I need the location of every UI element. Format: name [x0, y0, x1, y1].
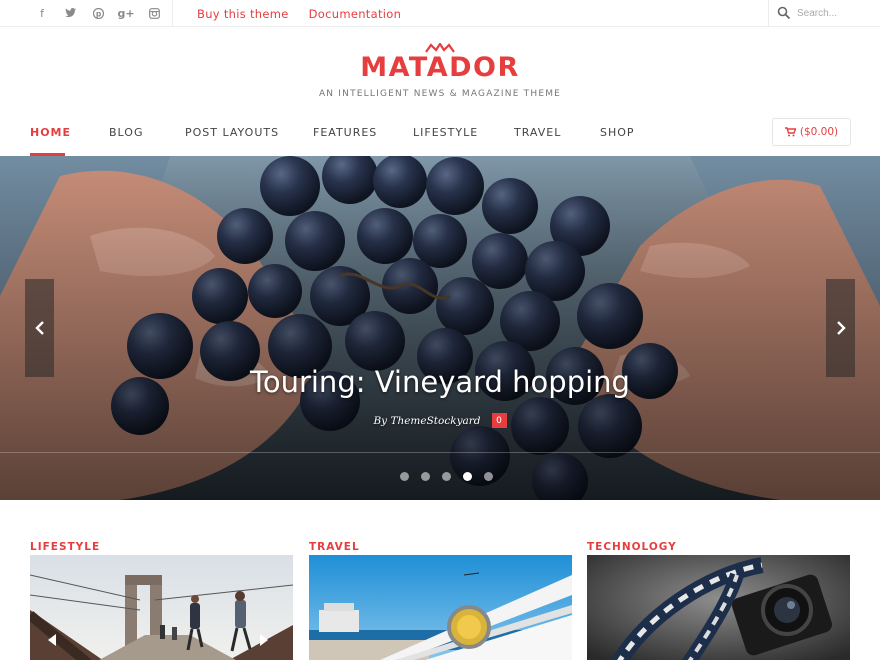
instagram-icon[interactable]	[140, 6, 168, 20]
hero-meta: By ThemeStockyard 0	[0, 413, 880, 428]
nav-features[interactable]: FEATURES	[313, 126, 377, 139]
divider	[172, 0, 173, 27]
cart-button[interactable]: ($0.00)	[772, 118, 851, 146]
cart-total: ($0.00)	[799, 126, 839, 138]
nav-post-layouts[interactable]: POST LAYOUTS	[185, 126, 279, 139]
nav-travel[interactable]: TRAVEL	[514, 126, 561, 139]
social-links: f p g+	[28, 6, 168, 20]
nav-blog[interactable]: BLOG	[109, 126, 143, 139]
slider-dot-active[interactable]	[463, 472, 472, 481]
buy-theme-link[interactable]: Buy this theme	[197, 7, 289, 21]
slider-prev-button[interactable]	[25, 279, 54, 377]
facebook-icon[interactable]: f	[28, 6, 56, 20]
comment-count-badge[interactable]: 0	[491, 413, 507, 428]
slider-dot[interactable]	[400, 472, 409, 481]
top-bar: f p g+ Buy this theme Documentation	[0, 0, 880, 27]
hero-title[interactable]: Touring: Vineyard hopping	[0, 365, 880, 399]
pinterest-icon[interactable]: p	[84, 6, 112, 20]
slider-next-button[interactable]	[826, 279, 855, 377]
nav-shop[interactable]: SHOP	[600, 126, 635, 139]
site-logo[interactable]: MATADOR	[0, 52, 880, 83]
slider-dot[interactable]	[484, 472, 493, 481]
category-image-travel[interactable]	[309, 555, 572, 660]
slider-dot[interactable]	[421, 472, 430, 481]
hero-author[interactable]: By ThemeStockyard	[373, 415, 480, 427]
category-block-technology: TECHNOLOGY	[587, 537, 850, 660]
site-tagline: AN INTELLIGENT NEWS & MAGAZINE THEME	[318, 89, 562, 99]
category-image-lifestyle[interactable]	[30, 555, 293, 660]
svg-text:p: p	[95, 9, 101, 18]
hero-image	[0, 156, 880, 500]
nav-home[interactable]: HOME	[30, 126, 71, 139]
cart-icon	[784, 127, 796, 137]
slider-dots	[400, 472, 493, 481]
chevron-right-icon	[836, 321, 846, 335]
top-links: Buy this theme Documentation	[197, 7, 401, 21]
search-icon[interactable]	[777, 6, 791, 20]
slider-dot[interactable]	[442, 472, 451, 481]
category-block-lifestyle: LIFESTYLE	[30, 537, 293, 660]
chevron-left-icon	[34, 321, 44, 335]
search-box	[768, 0, 880, 27]
category-image-technology[interactable]	[587, 555, 850, 660]
twitter-icon[interactable]	[56, 6, 84, 20]
nav-lifestyle[interactable]: LIFESTYLE	[413, 126, 478, 139]
hero-slider: Touring: Vineyard hopping By ThemeStocky…	[0, 156, 880, 500]
documentation-link[interactable]: Documentation	[309, 7, 402, 21]
hero-divider	[0, 452, 880, 453]
category-block-travel: TRAVEL	[309, 537, 572, 660]
search-input[interactable]	[797, 4, 875, 22]
google-plus-icon[interactable]: g+	[112, 6, 140, 20]
